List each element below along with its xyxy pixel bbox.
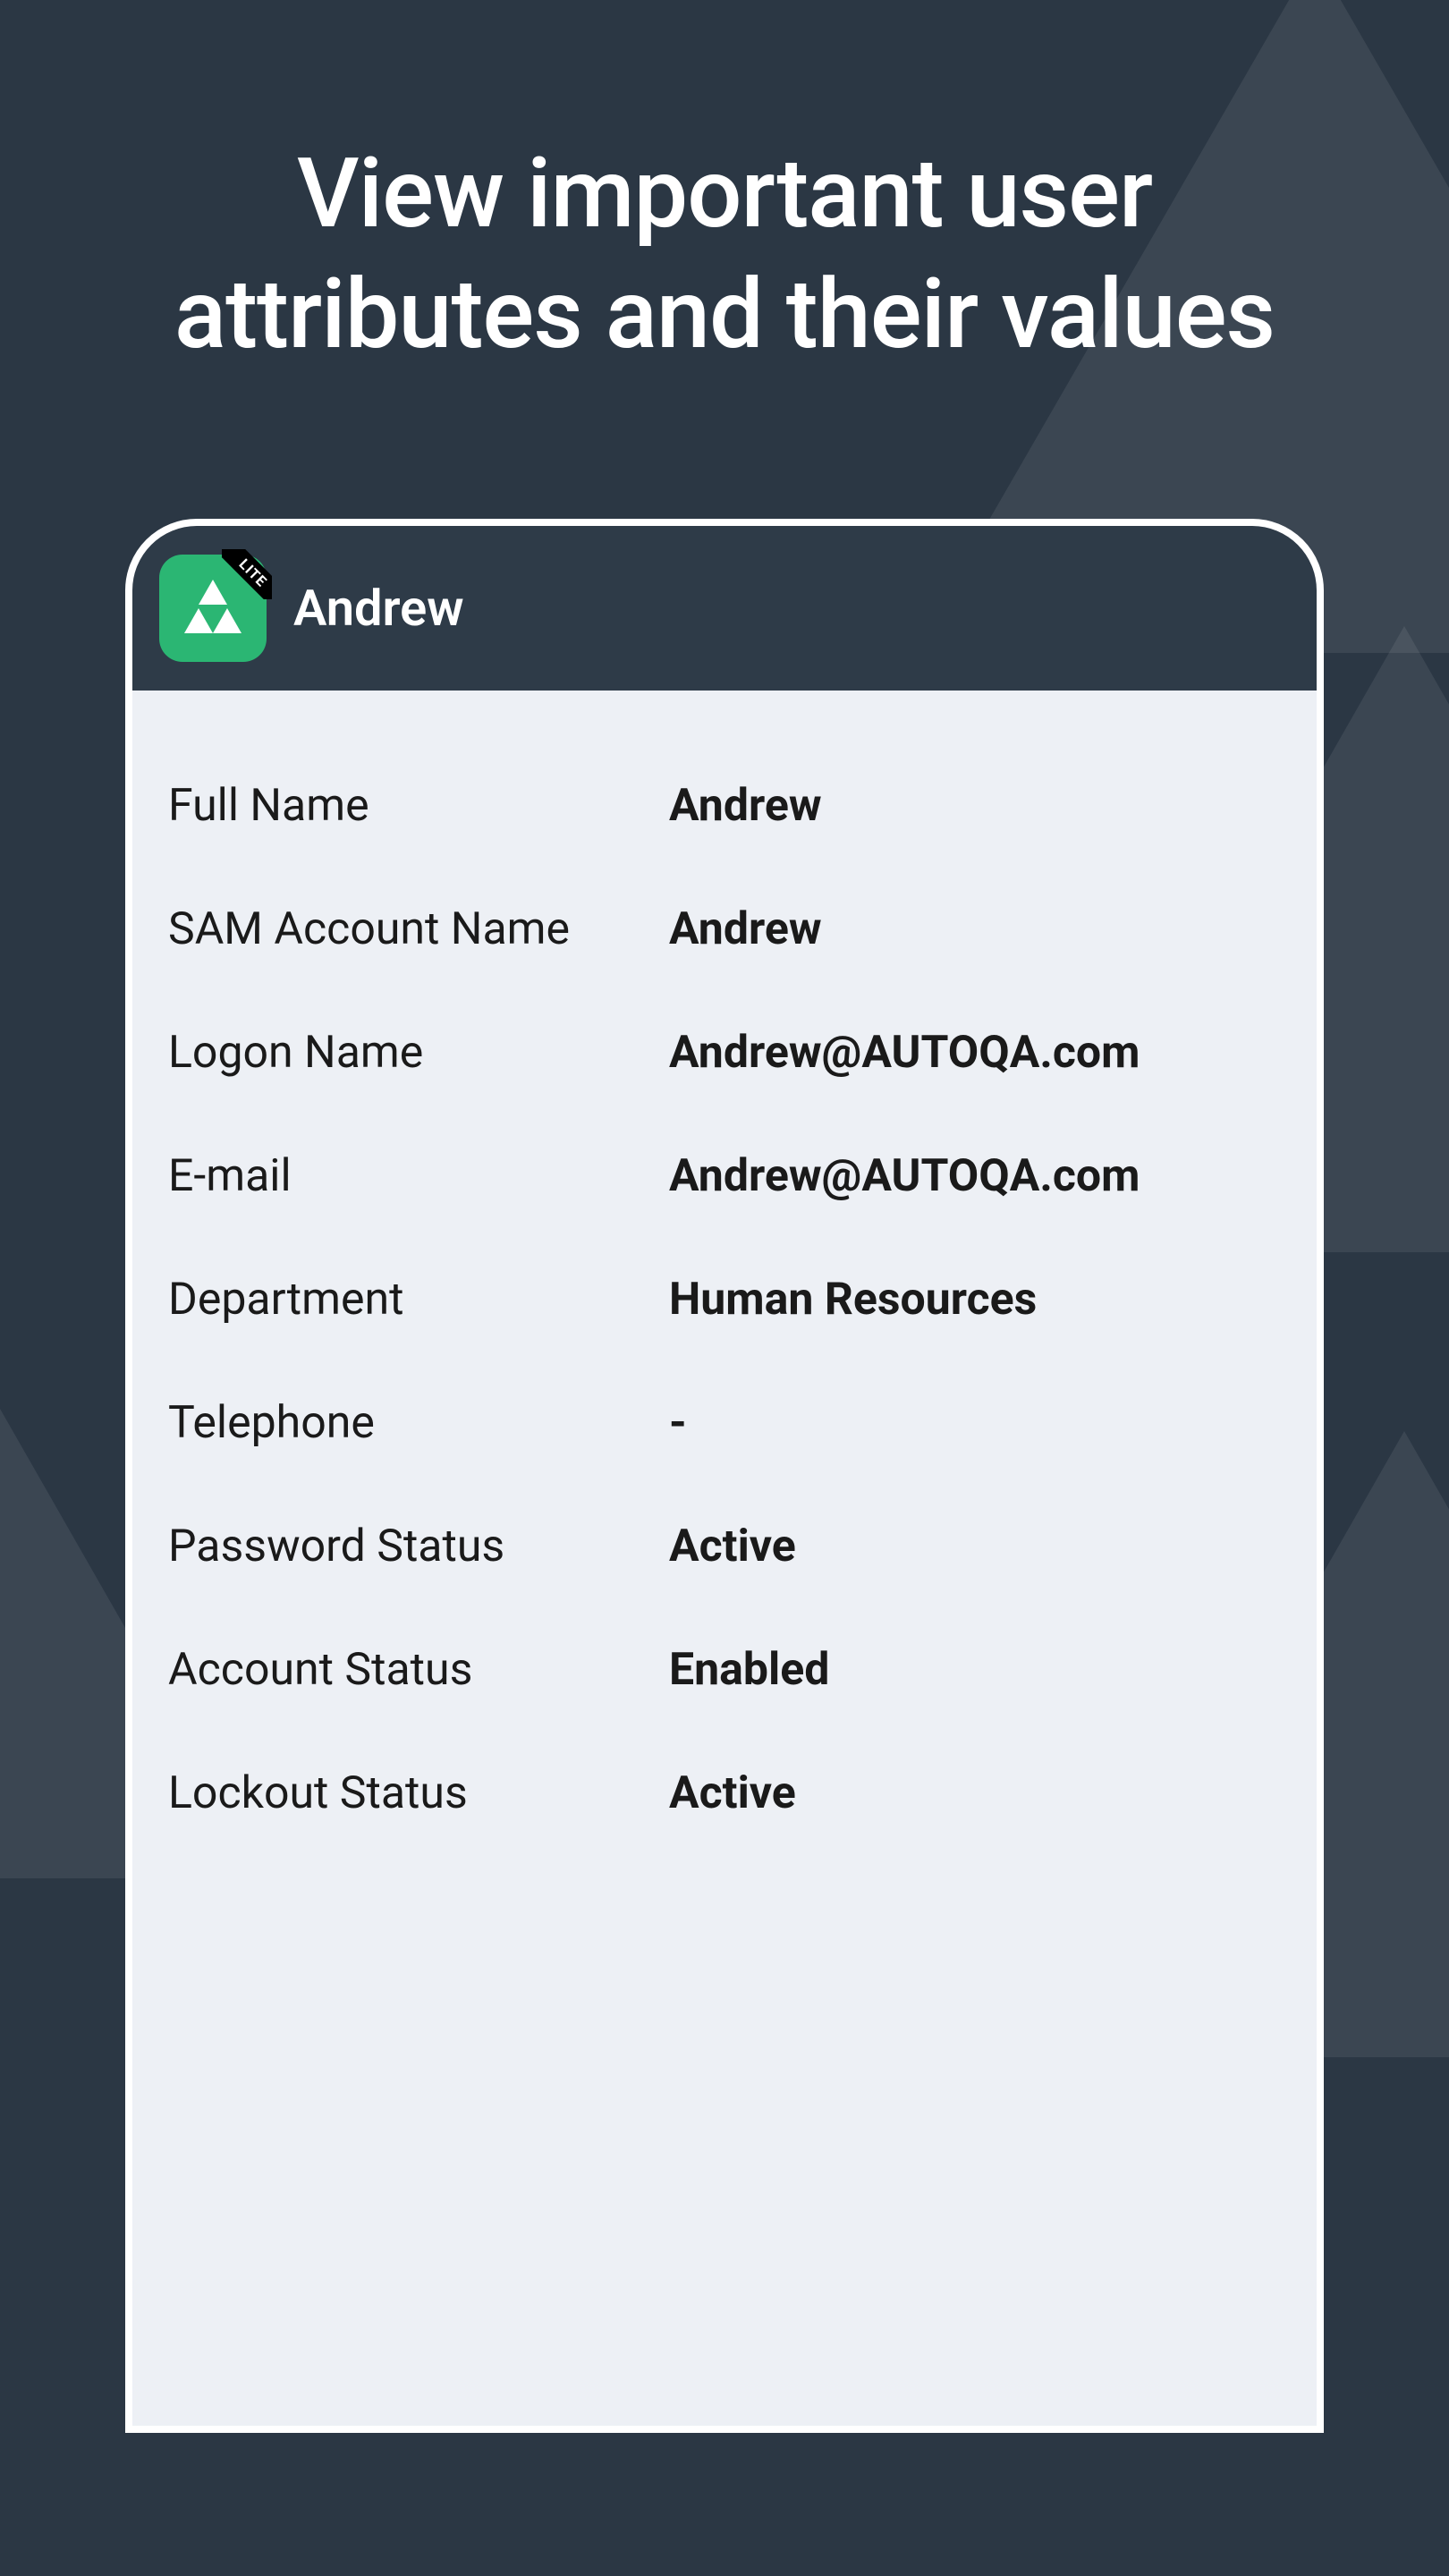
attribute-label: E-mail xyxy=(168,1150,669,1202)
attribute-row: Account Status Enabled xyxy=(168,1608,1281,1732)
app-title: Andrew xyxy=(293,579,464,638)
app-icon: LITE xyxy=(159,555,267,662)
lite-badge: LITE xyxy=(222,549,272,599)
attribute-value: Active xyxy=(669,1521,1281,1572)
attribute-label: Logon Name xyxy=(168,1027,669,1079)
attribute-row: Logon Name Andrew@AUTOQA.com xyxy=(168,991,1281,1114)
attribute-value: Active xyxy=(669,1767,1281,1819)
attribute-value: Enabled xyxy=(669,1644,1281,1696)
attribute-row: E-mail Andrew@AUTOQA.com xyxy=(168,1114,1281,1238)
page-headline: View important user attributes and their… xyxy=(0,0,1449,376)
attribute-label: Telephone xyxy=(168,1397,669,1449)
attribute-label: Lockout Status xyxy=(168,1767,669,1819)
attribute-label: Full Name xyxy=(168,780,669,832)
attribute-label: SAM Account Name xyxy=(168,903,669,955)
attribute-value: - xyxy=(669,1397,1281,1449)
attribute-value: Human Resources xyxy=(669,1274,1281,1326)
attribute-value: Andrew@AUTOQA.com xyxy=(669,1150,1281,1202)
attribute-label: Password Status xyxy=(168,1521,669,1572)
attribute-label: Department xyxy=(168,1274,669,1326)
attribute-value: Andrew xyxy=(669,780,1281,832)
attribute-value: Andrew@AUTOQA.com xyxy=(669,1027,1281,1079)
attribute-row: Password Status Active xyxy=(168,1485,1281,1608)
attribute-row: Lockout Status Active xyxy=(168,1732,1281,1855)
attribute-value: Andrew xyxy=(669,903,1281,955)
attribute-row: Department Human Resources xyxy=(168,1238,1281,1361)
attribute-label: Account Status xyxy=(168,1644,669,1696)
attribute-list: Full Name Andrew SAM Account Name Andrew… xyxy=(132,691,1317,2433)
phone-frame: LITE Andrew Full Name Andrew SAM Account… xyxy=(125,519,1324,2433)
app-header: LITE Andrew xyxy=(132,526,1317,691)
attribute-row: Full Name Andrew xyxy=(168,744,1281,868)
attribute-row: Telephone - xyxy=(168,1361,1281,1485)
attribute-row: SAM Account Name Andrew xyxy=(168,868,1281,991)
